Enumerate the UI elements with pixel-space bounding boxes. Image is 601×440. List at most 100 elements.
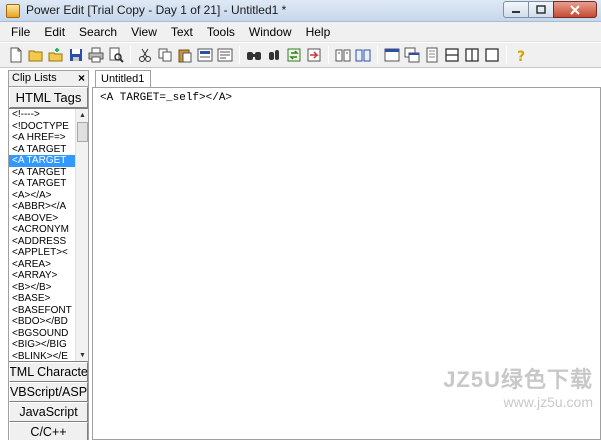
split-vertical-button[interactable] (462, 46, 481, 65)
category-javascript[interactable]: JavaScript (9, 402, 88, 422)
menu-text[interactable]: Text (164, 22, 200, 42)
toggle-b-button[interactable] (215, 46, 234, 65)
single-pane-button[interactable] (482, 46, 501, 65)
scroll-up-icon[interactable]: ▲ (76, 109, 88, 121)
watermark: JZ5U绿色下载 www.jz5u.com (443, 362, 593, 410)
window-cascade-button[interactable] (402, 46, 421, 65)
list-item[interactable]: <BDO></BD (9, 316, 75, 328)
copy-button[interactable] (155, 46, 174, 65)
replace-icon (287, 48, 300, 62)
menu-tools[interactable]: Tools (200, 22, 242, 42)
book-icon (335, 49, 350, 62)
single-pane-icon (484, 48, 499, 62)
save-icon (69, 49, 82, 61)
menu-help[interactable]: Help (299, 22, 338, 42)
category-html-tags[interactable]: HTML Tags (9, 87, 88, 108)
bookmark-list-button[interactable] (353, 46, 372, 65)
tab-untitled1[interactable]: Untitled1 * (95, 70, 151, 101)
list-item[interactable]: <BLINK></E (9, 351, 75, 362)
list-item[interactable]: <AREA> (9, 259, 75, 271)
list-item[interactable]: <BIG></BIG (9, 339, 75, 351)
list-item[interactable]: <A TARGET (9, 155, 75, 167)
close-panel-button[interactable]: × (78, 71, 85, 86)
goto-button[interactable] (304, 46, 323, 65)
list-item[interactable]: <ARRAY> (9, 270, 75, 282)
list-item[interactable]: <BGSOUND (9, 328, 75, 340)
copy-icon (158, 48, 171, 62)
list-item[interactable]: <BASE> (9, 293, 75, 305)
list-item[interactable]: <A></A> (9, 190, 75, 202)
open-recent-icon (48, 48, 62, 62)
minimize-button[interactable] (503, 1, 529, 18)
window-controls (503, 1, 597, 19)
list-item[interactable]: <ABOVE> (9, 213, 75, 225)
toolbar: ? (0, 43, 601, 68)
goto-icon (307, 48, 320, 62)
window-tile-icon (384, 48, 399, 62)
print-preview-button[interactable] (106, 46, 125, 65)
replace-button[interactable] (284, 46, 303, 65)
split-vertical-icon (464, 48, 479, 62)
menu-view[interactable]: View (124, 22, 164, 42)
list-item[interactable]: <ADDRESS (9, 236, 75, 248)
toolbar-separator (377, 46, 378, 64)
category-vbscript-asp[interactable]: VBScript/ASP (9, 382, 88, 402)
list-item[interactable]: <BASEFONT (9, 305, 75, 317)
watermark-line2: www.jz5u.com (503, 394, 593, 410)
close-button[interactable] (553, 1, 597, 18)
paste-button[interactable] (175, 46, 194, 65)
list-item[interactable]: <ABBR></A (9, 201, 75, 213)
list-item[interactable]: <A TARGET (9, 144, 75, 156)
find-icon (246, 52, 261, 60)
page-button[interactable] (422, 46, 441, 65)
maximize-icon (536, 5, 546, 14)
menu-search[interactable]: Search (72, 22, 124, 42)
watermark-line1: JZ5U绿色下载 (443, 367, 593, 392)
list-item[interactable]: <B></B> (9, 282, 75, 294)
list-item[interactable]: <A TARGET (9, 167, 75, 179)
split-horizontal-icon (444, 48, 459, 62)
help-icon: ? (517, 49, 525, 63)
tag-list-scrollbar[interactable]: ▲ ▼ (75, 109, 88, 361)
save-button[interactable] (66, 46, 85, 65)
window-tile-button[interactable] (382, 46, 401, 65)
menu-window[interactable]: Window (242, 22, 299, 42)
open-recent-button[interactable] (46, 46, 65, 65)
clip-lists-panel: Clip Lists × HTML Tags <!----> <!DOCTYPE <… (8, 70, 89, 440)
split-horizontal-button[interactable] (442, 46, 461, 65)
open-button[interactable] (26, 46, 45, 65)
list-item[interactable]: <A TARGET (9, 178, 75, 190)
list-item[interactable]: <!----> (9, 109, 75, 121)
new-file-button[interactable] (6, 46, 25, 65)
find-next-button[interactable] (264, 46, 283, 65)
list-item[interactable]: <APPLET>< (9, 247, 75, 259)
window-cascade-icon (404, 47, 419, 63)
help-button[interactable]: ? (511, 46, 530, 65)
menu-edit[interactable]: Edit (37, 22, 72, 42)
app-icon (6, 4, 20, 18)
editor-content[interactable]: <A TARGET=_self></A> (100, 92, 232, 104)
minimize-icon (512, 10, 520, 13)
find-button[interactable] (244, 46, 263, 65)
category-c-cpp[interactable]: C/C++ (9, 422, 88, 440)
menu-file[interactable]: File (4, 22, 37, 42)
book-open-icon (355, 49, 370, 62)
cut-button[interactable] (135, 46, 154, 65)
scroll-thumb[interactable] (77, 122, 88, 142)
bookmark-button[interactable] (333, 46, 352, 65)
list-item[interactable]: <A HREF=> (9, 132, 75, 144)
tag-list[interactable]: <!----> <!DOCTYPE <A HREF=> <A TARGET <A TAR… (9, 108, 88, 362)
list-item[interactable]: <ACRONYM (9, 224, 75, 236)
list-item[interactable]: <!DOCTYPE (9, 121, 75, 133)
category-html-characters[interactable]: TML Characte (9, 362, 88, 382)
cut-icon (138, 48, 151, 62)
maximize-button[interactable] (528, 1, 554, 18)
scroll-down-icon[interactable]: ▼ (76, 349, 88, 361)
svg-text:?: ? (517, 49, 525, 63)
toggle-a-button[interactable] (195, 46, 214, 65)
print-button[interactable] (86, 46, 105, 65)
menu-bar: File Edit Search View Text Tools Window … (0, 22, 601, 42)
new-file-icon (10, 47, 21, 63)
clip-lists-title: Clip Lists (12, 72, 57, 84)
find-next-icon (268, 50, 279, 60)
